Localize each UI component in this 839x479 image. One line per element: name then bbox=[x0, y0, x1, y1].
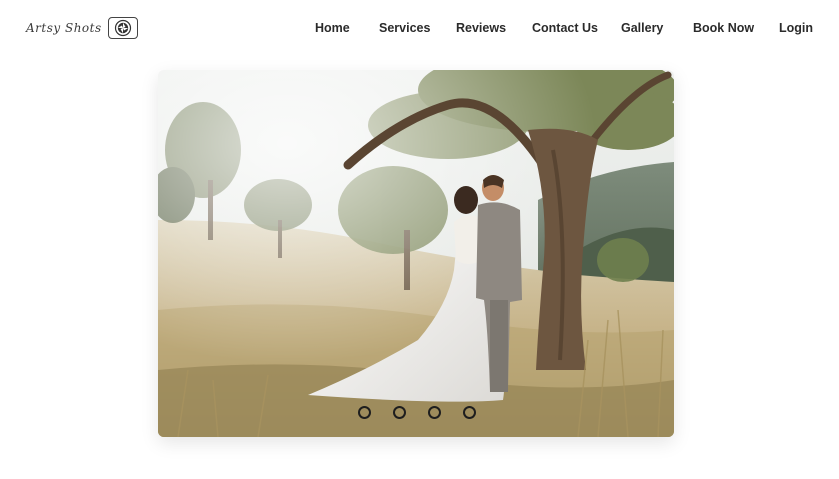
carousel-dot-2[interactable] bbox=[393, 406, 406, 419]
page: Artsy Shots Home Services Reviews Contac… bbox=[0, 0, 839, 479]
nav-login[interactable]: Login bbox=[779, 21, 813, 35]
nav-reviews[interactable]: Reviews bbox=[456, 21, 506, 35]
site-header: Artsy Shots Home Services Reviews Contac… bbox=[0, 0, 839, 58]
main-nav: Home Services Reviews Contact Us Gallery… bbox=[0, 21, 839, 39]
hero-slider[interactable] bbox=[158, 70, 674, 437]
nav-contact-us[interactable]: Contact Us bbox=[532, 21, 598, 35]
nav-gallery[interactable]: Gallery bbox=[621, 21, 663, 35]
slide-image bbox=[158, 70, 674, 437]
carousel-indicators bbox=[158, 406, 674, 419]
nav-services[interactable]: Services bbox=[379, 21, 430, 35]
nav-home[interactable]: Home bbox=[315, 21, 350, 35]
carousel-dot-1[interactable] bbox=[358, 406, 371, 419]
nav-book-now[interactable]: Book Now bbox=[693, 21, 754, 35]
carousel-dot-3[interactable] bbox=[428, 406, 441, 419]
carousel-dot-4[interactable] bbox=[463, 406, 476, 419]
